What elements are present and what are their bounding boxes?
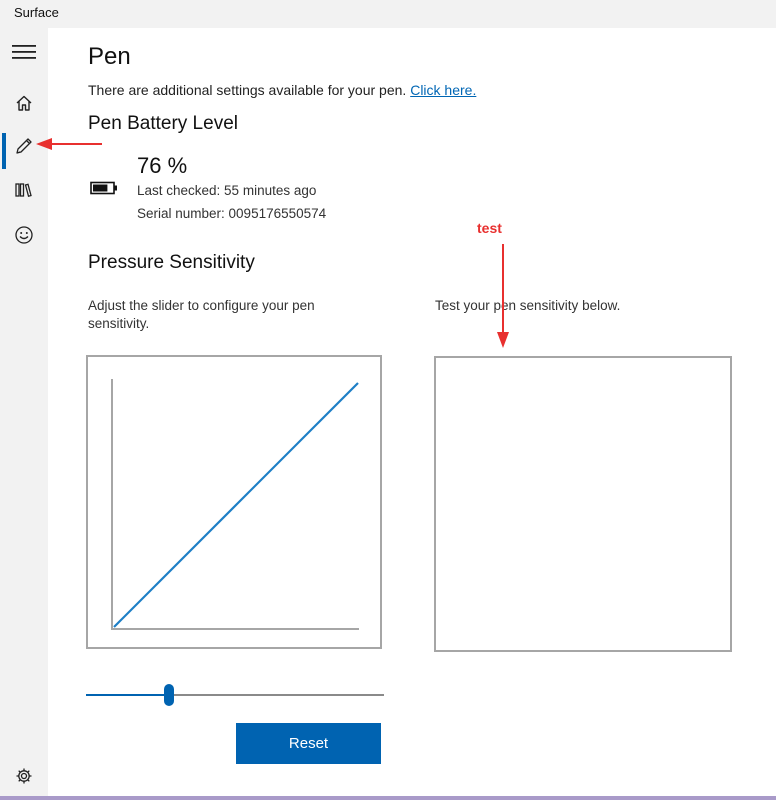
page-title: Pen — [88, 43, 131, 70]
gear-icon — [16, 768, 32, 784]
battery-fill — [93, 184, 108, 192]
pressure-curve-graph — [86, 355, 382, 649]
click-here-link[interactable]: Click here. — [410, 82, 476, 98]
serial-number: Serial number: 0095176550574 — [137, 206, 327, 221]
intro-line: There are additional settings available … — [88, 82, 476, 98]
nav-settings[interactable] — [0, 754, 48, 798]
slider-track-filled — [86, 694, 169, 696]
sensitivity-slider[interactable] — [86, 680, 384, 710]
intro-text: There are additional settings available … — [88, 82, 407, 98]
last-checked: Last checked: 55 minutes ago — [137, 183, 317, 198]
window-bottom-edge — [0, 796, 776, 800]
nav-home[interactable] — [0, 81, 48, 125]
hamburger-menu-icon — [12, 45, 36, 59]
slider-track-empty — [169, 694, 384, 696]
smiley-icon — [15, 226, 33, 244]
sidebar — [0, 28, 48, 800]
nav-pen[interactable] — [0, 124, 48, 169]
home-icon — [16, 95, 32, 111]
reset-button[interactable]: Reset — [236, 723, 381, 764]
app-title: Surface — [14, 5, 59, 20]
hamburger-menu-button[interactable] — [0, 30, 48, 74]
slider-thumb[interactable] — [164, 684, 174, 706]
battery-percent: 76 % — [137, 153, 188, 178]
battery-icon — [90, 181, 117, 195]
nav-library[interactable] — [0, 168, 48, 212]
main-content: Pen There are additional settings availa… — [48, 28, 776, 800]
pressure-description: Adjust the slider to configure your pen … — [88, 298, 315, 331]
test-description: Test your pen sensitivity below. — [435, 298, 621, 313]
pen-icon — [16, 138, 32, 154]
pressure-heading: Pressure Sensitivity — [88, 252, 255, 273]
pressure-curve — [113, 382, 359, 628]
annotation-test-label: test — [477, 220, 502, 236]
nav-feedback[interactable] — [0, 213, 48, 257]
pen-test-area[interactable] — [434, 356, 732, 652]
pressure-curve-svg — [111, 379, 359, 630]
library-icon — [15, 183, 32, 198]
battery-heading: Pen Battery Level — [88, 113, 238, 134]
title-bar: Surface — [0, 0, 776, 28]
active-indicator — [2, 133, 6, 169]
